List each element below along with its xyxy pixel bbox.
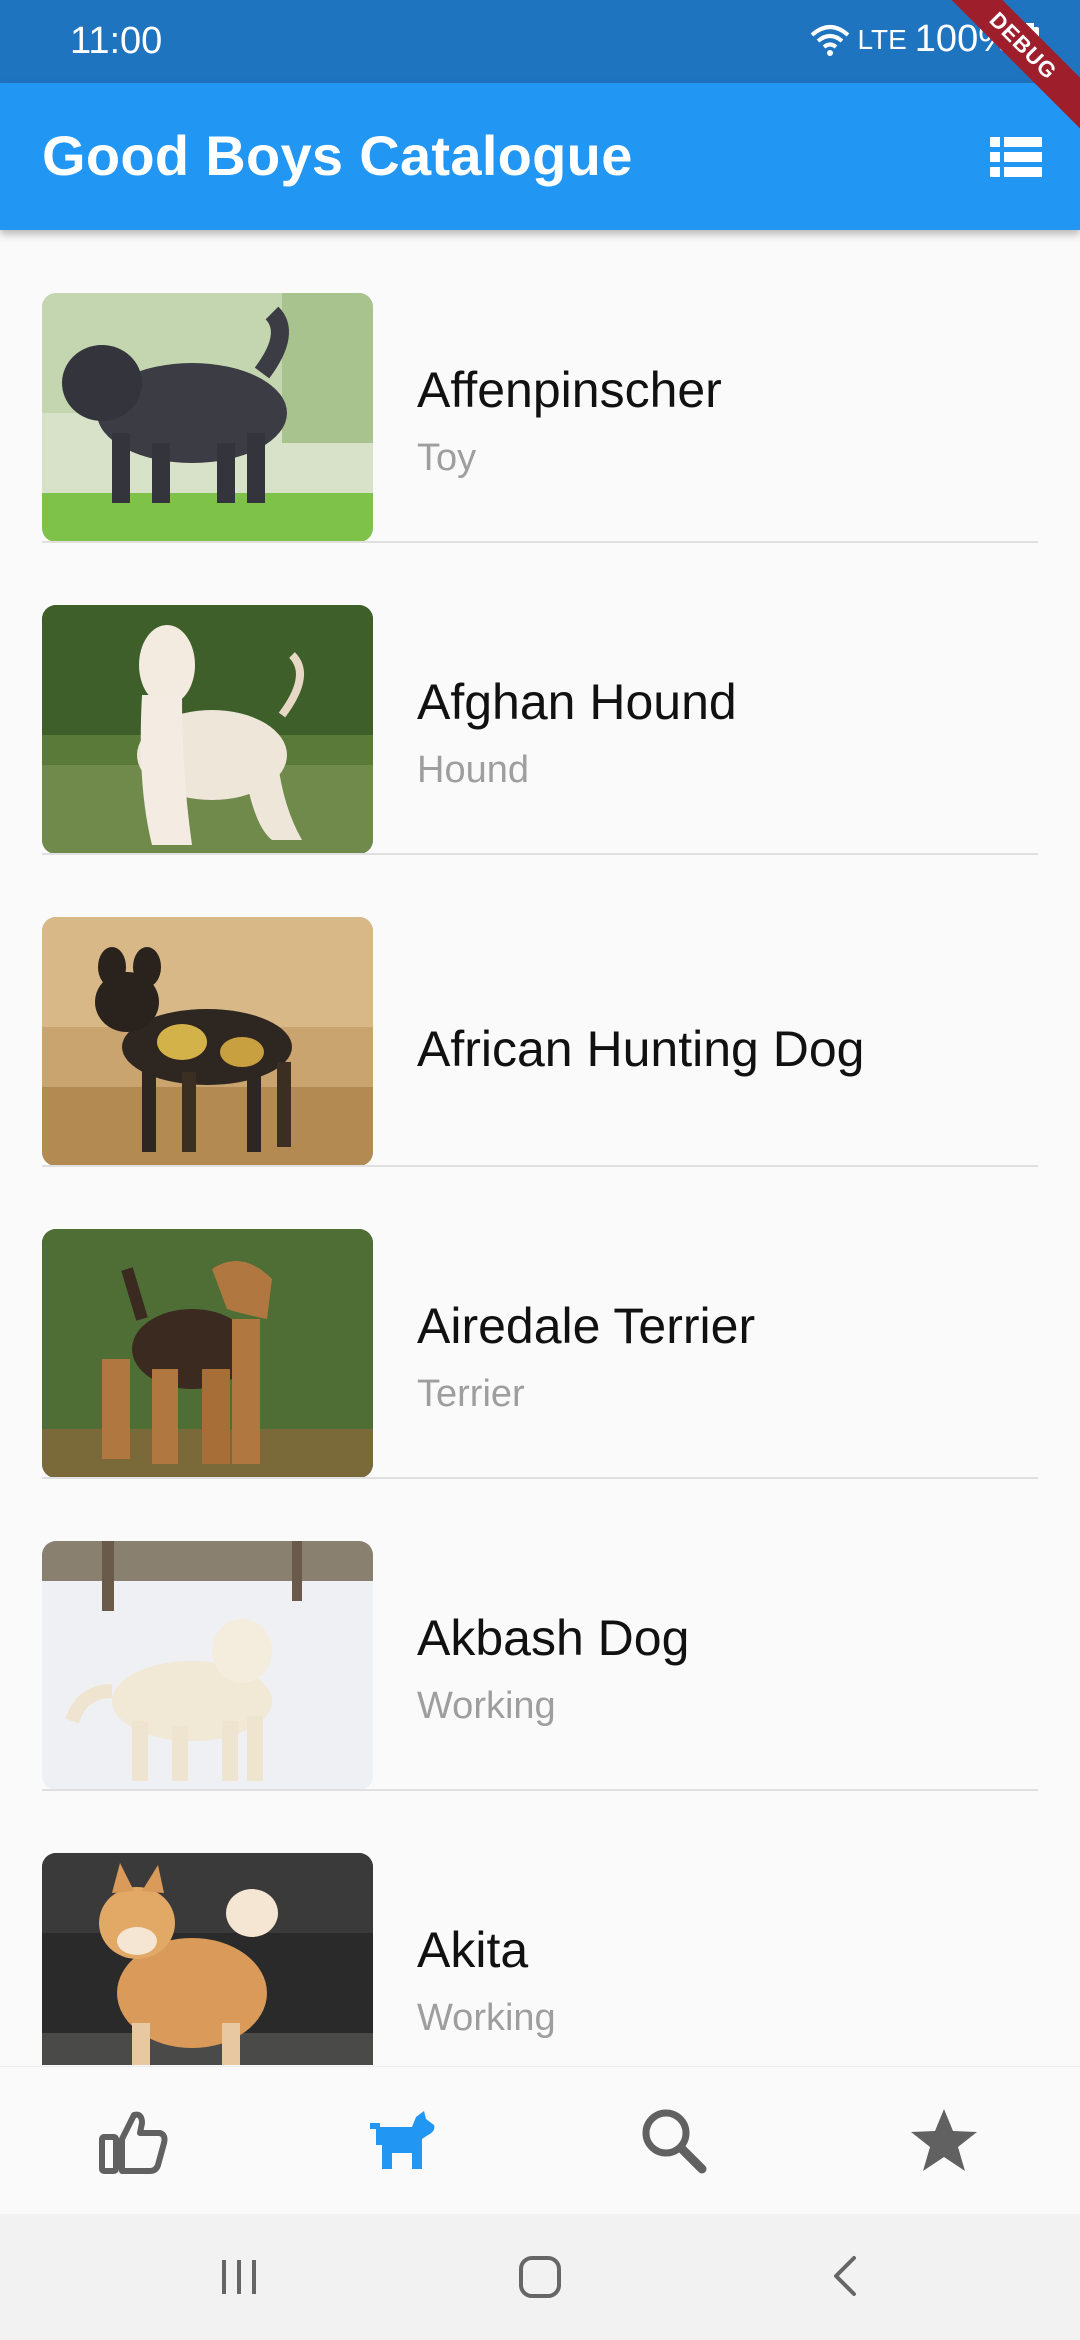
breed-name: Akbash Dog <box>417 1610 690 1666</box>
search-icon[interactable] <box>638 2105 710 2177</box>
thumbs-up-icon[interactable] <box>98 2105 170 2177</box>
list-item[interactable]: Akbash Dog Working <box>42 1478 1038 1791</box>
list-item[interactable]: Airedale Terrier Terrier <box>42 1166 1038 1479</box>
breed-group: Working <box>417 1997 556 2039</box>
breed-name: Afghan Hound <box>417 674 737 730</box>
breed-group: Working <box>417 1685 556 1727</box>
star-icon[interactable] <box>908 2105 980 2177</box>
list-item[interactable]: African Hunting Dog <box>42 854 1038 1167</box>
dog-photo <box>42 293 373 542</box>
breed-name: Akita <box>417 1922 529 1978</box>
back-icon[interactable] <box>828 2252 862 2300</box>
system-navigation-bar <box>0 2214 1080 2340</box>
dog-photo <box>42 605 373 854</box>
network-type: LTE <box>857 23 907 55</box>
breed-group: Toy <box>417 437 477 479</box>
dog-icon[interactable] <box>368 2105 440 2177</box>
recent-apps-icon[interactable] <box>218 2252 260 2300</box>
breed-name: Affenpinscher <box>417 362 722 418</box>
bottom-navigation <box>0 2066 1080 2215</box>
list-view-icon[interactable] <box>990 135 1042 179</box>
home-icon[interactable] <box>517 2252 563 2300</box>
list-item[interactable]: Afghan Hound Hound <box>42 542 1038 855</box>
app-bar: Good Boys Catalogue <box>0 83 1080 230</box>
list-item[interactable]: Akita Working <box>42 1790 1038 2102</box>
list-item[interactable]: Affenpinscher Toy <box>42 230 1038 543</box>
breed-group: Terrier <box>417 1373 525 1415</box>
dog-photo <box>42 1541 373 1790</box>
dog-photo <box>42 917 373 1166</box>
wifi-icon <box>810 24 849 56</box>
page-title: Good Boys Catalogue <box>42 124 633 187</box>
status-time: 11:00 <box>70 20 163 62</box>
breed-name: Airedale Terrier <box>417 1298 756 1354</box>
dog-photo <box>42 1229 373 1478</box>
status-bar: 11:00 LTE 100% <box>0 0 1080 83</box>
dog-photo <box>42 1853 373 2065</box>
breed-name: African Hunting Dog <box>417 1021 865 1077</box>
breed-group: Hound <box>417 749 529 791</box>
